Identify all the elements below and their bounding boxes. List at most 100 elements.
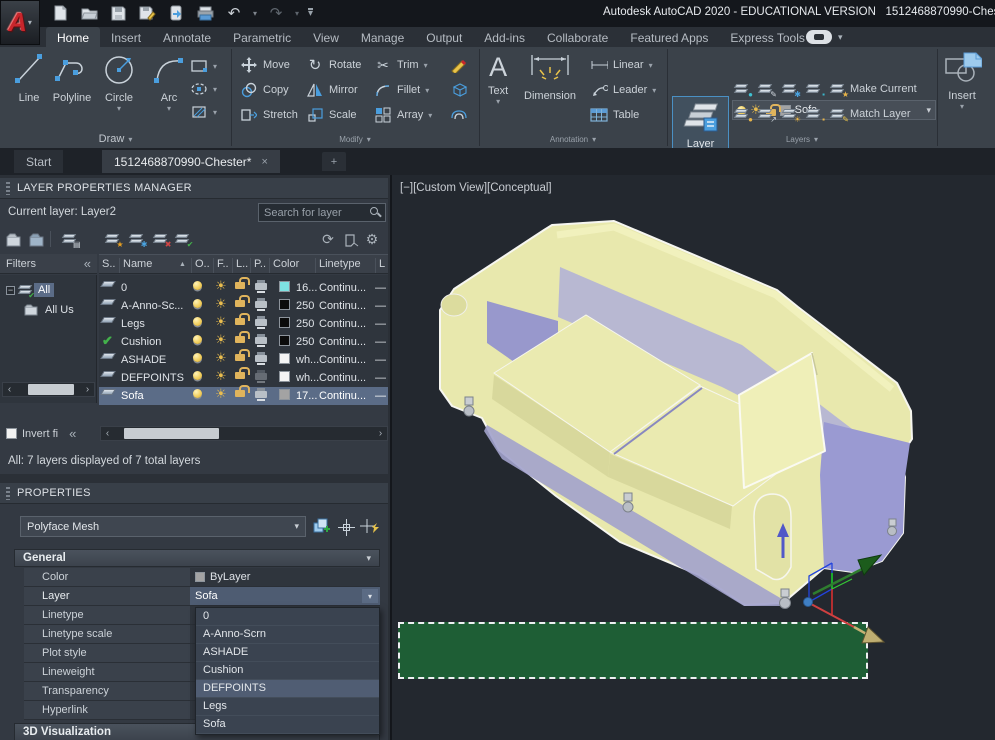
- save-to-mobile-icon[interactable]: [166, 4, 186, 22]
- layer-lock-tool[interactable]: ▪: [806, 78, 821, 100]
- set-current-layer-button[interactable]: ✔: [172, 230, 192, 249]
- explode-button[interactable]: [450, 79, 468, 101]
- move-button[interactable]: Move: [240, 54, 290, 76]
- ribbon-tab-insert[interactable]: Insert: [100, 27, 152, 47]
- palette-grip[interactable]: [6, 487, 10, 500]
- lpm-header[interactable]: LAYER PROPERTIES MANAGER: [0, 178, 388, 199]
- ribbon-tab-express-tools[interactable]: Express Tools: [719, 27, 815, 47]
- dropdown-option-ashade[interactable]: ASHADE: [196, 644, 379, 662]
- layer-color-swatch[interactable]: [279, 317, 290, 328]
- layers-panel-label[interactable]: Layers▾: [667, 133, 937, 147]
- layer-on-icon[interactable]: [193, 389, 202, 398]
- layer-freeze-icon[interactable]: ☀: [215, 389, 227, 399]
- text-button[interactable]: A Text ▾: [488, 51, 508, 104]
- drawing-canvas[interactable]: [−][Custom View][Conceptual]: [390, 175, 995, 740]
- make-current-button[interactable]: ★Make Current: [830, 78, 917, 100]
- viewport-controls-label[interactable]: [−][Custom View][Conceptual]: [400, 182, 552, 194]
- dropdown-option-legs[interactable]: Legs: [196, 698, 379, 716]
- layer-on-icon[interactable]: [193, 335, 202, 344]
- layer-freeze-icon[interactable]: ☀: [215, 281, 227, 291]
- layer-states-manager-button[interactable]: ▤: [57, 230, 81, 249]
- layer-freeze-icon[interactable]: ☀: [215, 299, 227, 309]
- gear-icon[interactable]: ⚙: [362, 230, 382, 249]
- ribbon-tab-collaborate[interactable]: Collaborate: [536, 27, 619, 47]
- ribbon-tab-home[interactable]: Home: [46, 27, 100, 47]
- layer-off-tool[interactable]: ●: [734, 78, 749, 100]
- select-objects-button[interactable]: [338, 519, 355, 539]
- filter-tree-hscrollbar[interactable]: ‹›: [2, 382, 95, 397]
- new-property-filter-button[interactable]: [4, 230, 24, 249]
- save-as-icon[interactable]: [137, 4, 157, 22]
- layer-on-tool[interactable]: ●: [734, 103, 749, 125]
- layer-on-icon[interactable]: [193, 281, 202, 290]
- ribbon-tab-featured-apps[interactable]: Featured Apps: [619, 27, 719, 47]
- invert-filter-checkbox[interactable]: [6, 428, 17, 439]
- line-button[interactable]: Line: [12, 51, 46, 104]
- object-type-dropdown[interactable]: Polyface Mesh ▾: [20, 516, 306, 537]
- column-color[interactable]: Color: [269, 258, 299, 273]
- layer-lock-icon[interactable]: [235, 354, 245, 361]
- collapse-section-icon[interactable]: ▾: [366, 553, 371, 564]
- layer-plot-icon[interactable]: [255, 283, 267, 290]
- linear-button[interactable]: Linear▾: [590, 54, 653, 76]
- dropdown-option-0[interactable]: 0: [196, 608, 379, 626]
- property-value-layer[interactable]: Sofa▾: [190, 587, 380, 606]
- scale-button[interactable]: Scale: [306, 104, 357, 126]
- plot-icon[interactable]: [195, 4, 215, 22]
- layer-freeze-icon[interactable]: ☀: [215, 335, 227, 345]
- redo-icon[interactable]: ↷: [266, 4, 286, 22]
- rectangle-tool-button[interactable]: ▾: [190, 55, 217, 77]
- copy-button[interactable]: Copy: [240, 79, 289, 101]
- layer-freeze-icon[interactable]: ☀: [215, 317, 227, 327]
- layer-lock-icon[interactable]: [235, 390, 245, 397]
- section-general[interactable]: General ▾: [14, 549, 380, 567]
- column-name[interactable]: Name: [119, 258, 152, 273]
- polyline-button[interactable]: Polyline: [52, 51, 92, 104]
- layer-unisolate-tool[interactable]: ↗: [758, 103, 773, 125]
- dropdown-option-a-anno-scrn[interactable]: A-Anno-Scrn: [196, 626, 379, 644]
- layer-lock-icon[interactable]: [235, 282, 245, 289]
- close-icon[interactable]: ×: [261, 156, 267, 168]
- redo-dropdown-icon[interactable]: ▾: [295, 9, 299, 18]
- layer-freeze-icon[interactable]: ☀: [215, 371, 227, 381]
- insert-button[interactable]: Insert ▾: [942, 51, 982, 109]
- layer-unlock-tool[interactable]: ▪: [806, 103, 821, 125]
- layer-color-swatch[interactable]: [279, 281, 290, 292]
- sort-ascending-icon[interactable]: ▲: [179, 261, 186, 268]
- layer-plot-icon[interactable]: [255, 319, 267, 326]
- column-linetype[interactable]: Linetype: [315, 258, 361, 273]
- new-group-filter-button[interactable]: [27, 230, 47, 249]
- column-on[interactable]: O..: [191, 258, 210, 273]
- layer-on-icon[interactable]: [193, 353, 202, 362]
- offset-button[interactable]: [450, 104, 468, 126]
- layer-freeze-tool[interactable]: ✱: [782, 78, 797, 100]
- save-icon[interactable]: [108, 4, 128, 22]
- draw-panel-label[interactable]: Draw▾: [0, 133, 231, 147]
- layer-plot-icon[interactable]: [255, 301, 267, 308]
- palette-grip[interactable]: [6, 182, 10, 195]
- delete-layer-button[interactable]: ✖: [150, 230, 170, 249]
- app-menu-button[interactable]: A▾: [0, 0, 40, 45]
- collapse-pane-icon[interactable]: «: [69, 426, 76, 441]
- layer-lock-icon[interactable]: [235, 318, 245, 325]
- column-freeze[interactable]: F..: [213, 258, 229, 273]
- ribbon-tab-manage[interactable]: Manage: [350, 27, 415, 47]
- property-value-color[interactable]: ByLayer: [190, 568, 380, 587]
- ribbon-tab-parametric[interactable]: Parametric: [222, 27, 302, 47]
- ribbon-display-dropdown-icon[interactable]: ▾: [838, 32, 843, 43]
- layer-lock-icon[interactable]: [235, 300, 245, 307]
- undo-dropdown-icon[interactable]: ▾: [253, 9, 257, 18]
- layer-settings-doc-icon[interactable]: [341, 230, 361, 249]
- table-button[interactable]: Table: [590, 104, 639, 126]
- toggle-pickadd-button[interactable]: [312, 517, 331, 539]
- layer-isolate-tool[interactable]: ✎: [758, 78, 773, 100]
- layer-lock-icon[interactable]: [235, 336, 245, 343]
- chevron-down-icon[interactable]: ▾: [362, 589, 378, 603]
- ribbon-tab-addins[interactable]: Add-ins: [473, 27, 536, 47]
- new-file-icon[interactable]: [50, 4, 70, 22]
- dropdown-option-cushion[interactable]: Cushion: [196, 662, 379, 680]
- layer-on-icon[interactable]: [193, 299, 202, 308]
- layer-plot-icon[interactable]: [255, 337, 267, 344]
- new-tab-button[interactable]: +: [322, 152, 346, 171]
- layer-color-swatch[interactable]: [279, 389, 290, 400]
